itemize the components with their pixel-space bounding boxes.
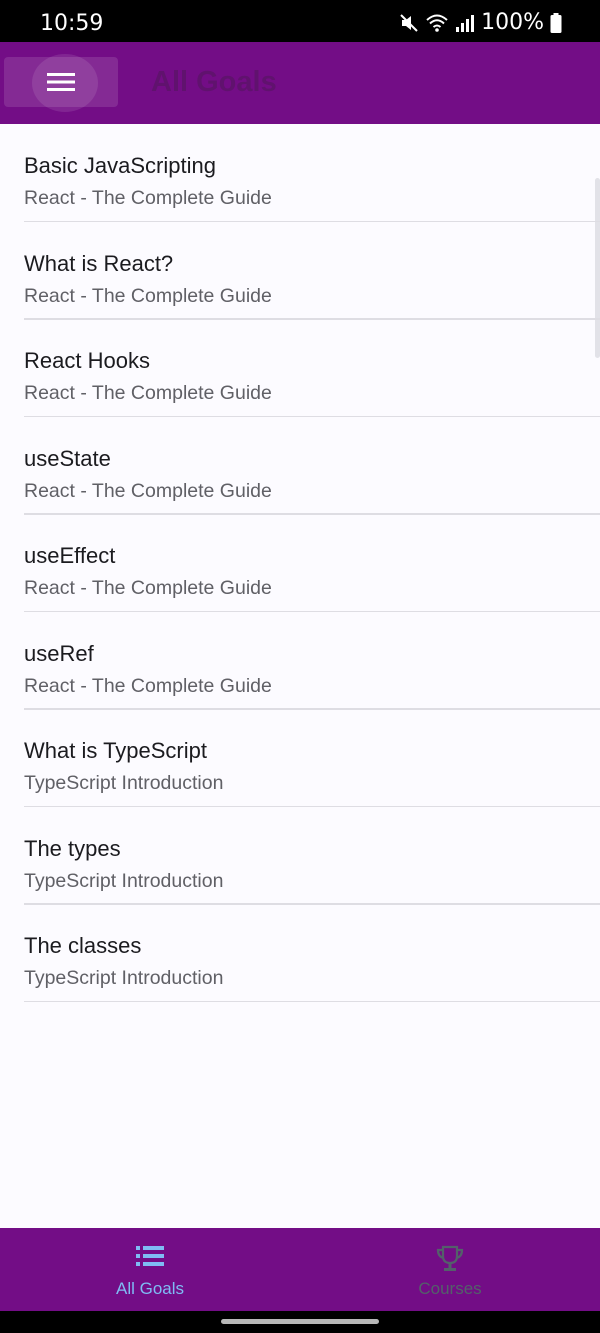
goal-title: useRef — [24, 640, 94, 666]
page-title: All Goals — [151, 66, 277, 98]
goal-title: useEffect — [24, 543, 116, 568]
list-item[interactable]: What is TypeScript TypeScript Introducti… — [24, 709, 600, 807]
mute-icon — [400, 13, 418, 32]
goal-title: React Hooks — [24, 348, 150, 373]
goal-title: Basic JavaScripting — [24, 153, 216, 178]
list-item[interactable]: useEffect React - The Complete Guide — [24, 514, 600, 612]
list-item[interactable]: Basic JavaScripting React - The Complete… — [24, 124, 600, 222]
goal-course: React - The Complete Guide — [24, 382, 272, 404]
goal-course: React - The Complete Guide — [24, 577, 272, 599]
home-handle[interactable] — [221, 1319, 379, 1324]
app-header: All Goals — [0, 42, 600, 124]
goal-title: useState — [24, 445, 111, 471]
goal-course: TypeScript Introduction — [24, 967, 224, 989]
status-time: 10:59 — [40, 11, 104, 36]
status-bar: 10:59 100% — [0, 0, 600, 42]
list-item[interactable]: What is React? React - The Complete Guid… — [24, 222, 600, 320]
goal-course: React - The Complete Guide — [24, 479, 272, 502]
menu-button[interactable] — [4, 54, 118, 112]
list-item[interactable]: React Hooks React - The Complete Guide — [24, 319, 600, 417]
tab-all-goals[interactable]: All Goals — [0, 1228, 300, 1311]
goal-title: The classes — [24, 933, 142, 958]
list-icon — [136, 1246, 164, 1266]
battery-percent: 100% — [481, 10, 544, 35]
goal-title: What is React? — [24, 250, 174, 276]
menu-icon — [47, 73, 75, 91]
goal-course: React - The Complete Guide — [24, 674, 272, 697]
tab-label: All Goals — [115, 1279, 185, 1298]
tab-label: Courses — [418, 1279, 482, 1298]
tab-courses[interactable]: Courses — [300, 1228, 600, 1311]
goal-course: React - The Complete Guide — [24, 284, 272, 307]
gesture-bar — [0, 1311, 600, 1333]
status-icons: 100% — [399, 10, 562, 35]
battery-icon — [550, 12, 562, 33]
trophy-icon — [436, 1245, 464, 1271]
list-item[interactable]: The classes TypeScript Introduction — [24, 904, 600, 1002]
list-item[interactable]: useState React - The Complete Guide — [24, 417, 600, 515]
goal-title: The types — [24, 835, 121, 861]
list-item[interactable]: The types TypeScript Introduction — [24, 807, 600, 905]
signal-icon — [456, 14, 475, 32]
goals-list: Basic JavaScripting React - The Complete… — [0, 124, 600, 1228]
wifi-icon — [426, 14, 448, 32]
goal-title: What is TypeScript — [24, 738, 207, 763]
goal-course: TypeScript Introduction — [24, 772, 224, 794]
goal-course: React - The Complete Guide — [24, 187, 272, 209]
goal-course: TypeScript Introduction — [24, 869, 224, 892]
list-item[interactable]: useRef React - The Complete Guide — [24, 612, 600, 710]
divider — [24, 1000, 600, 1002]
bottom-navigation: All Goals Courses — [0, 1228, 600, 1311]
